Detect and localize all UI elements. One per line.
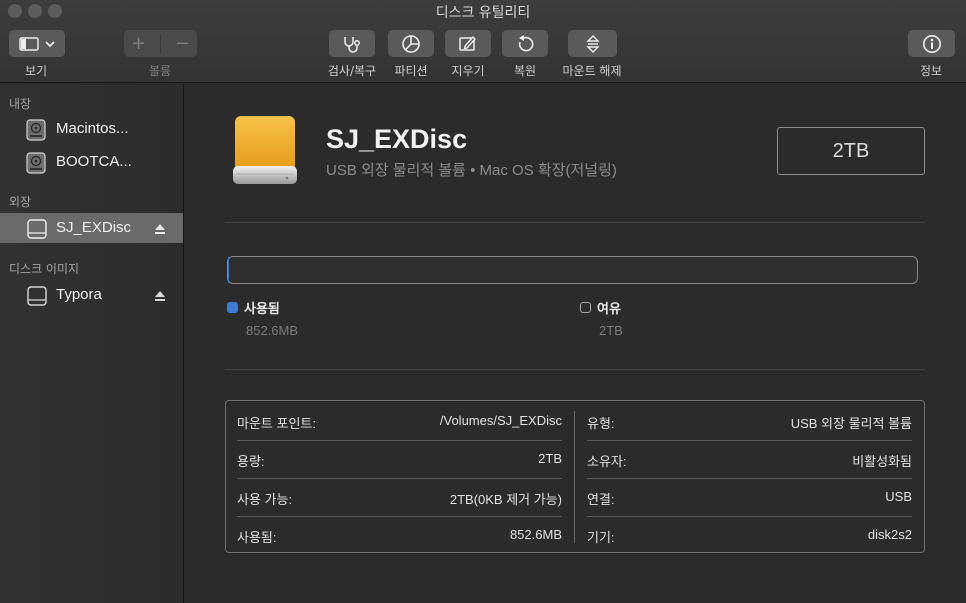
eject-icon[interactable]: [154, 287, 166, 306]
sidebar-item-label: Macintos...: [56, 120, 129, 137]
info-value: USB 외장 물리적 볼륨: [790, 416, 912, 431]
partition-button[interactable]: [388, 30, 434, 57]
info-row-device: 기기: disk2s2: [587, 519, 912, 549]
free-swatch: [580, 302, 591, 313]
internal-disk-icon: [26, 152, 46, 178]
toolbar: 디스크 유틸리티 보기 + − 볼륨 검사/복구 파티션 지우기 복원 마운트 …: [0, 0, 966, 83]
info-key: 용량:: [237, 454, 265, 469]
info-key: 기기:: [587, 530, 615, 545]
legend-free-label: 여유: [597, 302, 621, 317]
main-panel: SJ_EXDisc USB 외장 물리적 볼륨 • Mac OS 확장(저널링)…: [185, 84, 966, 603]
chevron-down-icon: [45, 40, 55, 48]
info-key: 사용 가능:: [237, 492, 293, 507]
info-value: 852.6MB: [509, 527, 562, 542]
legend-used-value: 852.6MB: [246, 323, 299, 338]
sidebar-item-label: Typora: [56, 286, 102, 303]
info-row-mount-point: 마운트 포인트: /Volumes/SJ_EXDisc: [237, 405, 562, 441]
partition-label: 파티션: [394, 64, 428, 78]
sidebar-section-external: 외장: [9, 195, 32, 209]
info-value: 2TB: [538, 451, 562, 466]
sidebar-section-images: 디스크 이미지: [9, 262, 80, 276]
sidebar-toggle-icon: [19, 36, 41, 51]
external-drive-icon: [232, 114, 298, 192]
info-value: /Volumes/SJ_EXDisc: [439, 413, 562, 428]
info-key: 연결:: [587, 492, 615, 507]
legend-free: 여유: [580, 298, 621, 317]
info-key: 유형:: [587, 416, 615, 431]
info-icon: [922, 34, 942, 54]
info-row-type: 유형: USB 외장 물리적 볼륨: [587, 405, 912, 441]
capacity-box: 2TB: [777, 127, 925, 175]
restore-button[interactable]: [502, 30, 548, 57]
restore-icon: [515, 34, 535, 54]
legend-used-label: 사용됨: [244, 302, 280, 317]
used-swatch: [227, 302, 238, 313]
eject-icon[interactable]: [154, 220, 166, 239]
external-disk-icon: [26, 218, 48, 244]
stethoscope-icon: [342, 35, 362, 53]
legend-free-value: 2TB: [599, 323, 623, 338]
info-table: 마운트 포인트: /Volumes/SJ_EXDisc 용량: 2TB 사용 가…: [225, 400, 925, 553]
volume-buttons: + −: [124, 30, 197, 57]
info-value: disk2s2: [867, 527, 912, 542]
divider: [225, 222, 925, 223]
info-key: 사용됨:: [237, 530, 277, 545]
pencil-icon: [458, 35, 478, 53]
info-button[interactable]: [908, 30, 955, 57]
window-title: 디스크 유틸리티: [435, 5, 531, 21]
sidebar-item-bootcamp[interactable]: BOOTCA...: [0, 147, 183, 177]
view-button[interactable]: [9, 30, 65, 57]
eject-arrows-icon: [585, 34, 601, 54]
info-value: 2TB(0KB 제거 가능): [449, 492, 562, 507]
volume-name: SJ_EXDisc: [326, 124, 468, 154]
unmount-label: 마운트 해제: [562, 64, 622, 78]
sidebar-item-label: SJ_EXDisc: [56, 219, 132, 236]
info-value: USB: [885, 489, 912, 504]
info-column-divider: [574, 411, 575, 543]
info-key: 소유자:: [587, 454, 627, 469]
sidebar-item-macintosh[interactable]: Macintos...: [0, 114, 183, 144]
info-label: 정보: [919, 64, 943, 78]
firstaid-label: 검사/복구: [327, 64, 377, 78]
sidebar: 내장 Macintos... BOOTCA... 외장 SJ_EXDisc 디스…: [0, 84, 184, 603]
sidebar-item-typora[interactable]: Typora: [0, 280, 183, 310]
restore-label: 복원: [513, 64, 537, 78]
pie-icon: [401, 34, 421, 54]
legend-used: 사용됨: [227, 298, 280, 317]
sidebar-item-label: BOOTCA...: [56, 153, 132, 170]
info-value: 비활성화됨: [852, 454, 912, 469]
disk-image-icon: [26, 285, 48, 311]
sidebar-item-sj-exdisc[interactable]: SJ_EXDisc: [0, 213, 183, 243]
info-row-connection: 연결: USB: [587, 481, 912, 517]
info-row-capacity: 용량: 2TB: [237, 443, 562, 479]
info-row-available: 사용 가능: 2TB(0KB 제거 가능): [237, 481, 562, 517]
firstaid-button[interactable]: [329, 30, 375, 57]
sidebar-section-internal: 내장: [9, 97, 32, 111]
internal-disk-icon: [26, 119, 46, 145]
usage-bar: [227, 256, 918, 284]
erase-label: 지우기: [451, 64, 485, 78]
info-row-used: 사용됨: 852.6MB: [237, 519, 562, 549]
erase-button[interactable]: [445, 30, 491, 57]
add-volume-button[interactable]: +: [131, 33, 146, 54]
info-row-owner: 소유자: 비활성화됨: [587, 443, 912, 479]
view-label: 보기: [24, 64, 48, 78]
volume-label: 볼륨: [148, 64, 172, 78]
unmount-button[interactable]: [568, 30, 617, 57]
divider: [225, 369, 925, 370]
info-key: 마운트 포인트:: [237, 416, 316, 431]
volume-subtitle: USB 외장 물리적 볼륨 • Mac OS 확장(저널링): [326, 162, 617, 179]
remove-volume-button[interactable]: −: [175, 33, 190, 54]
